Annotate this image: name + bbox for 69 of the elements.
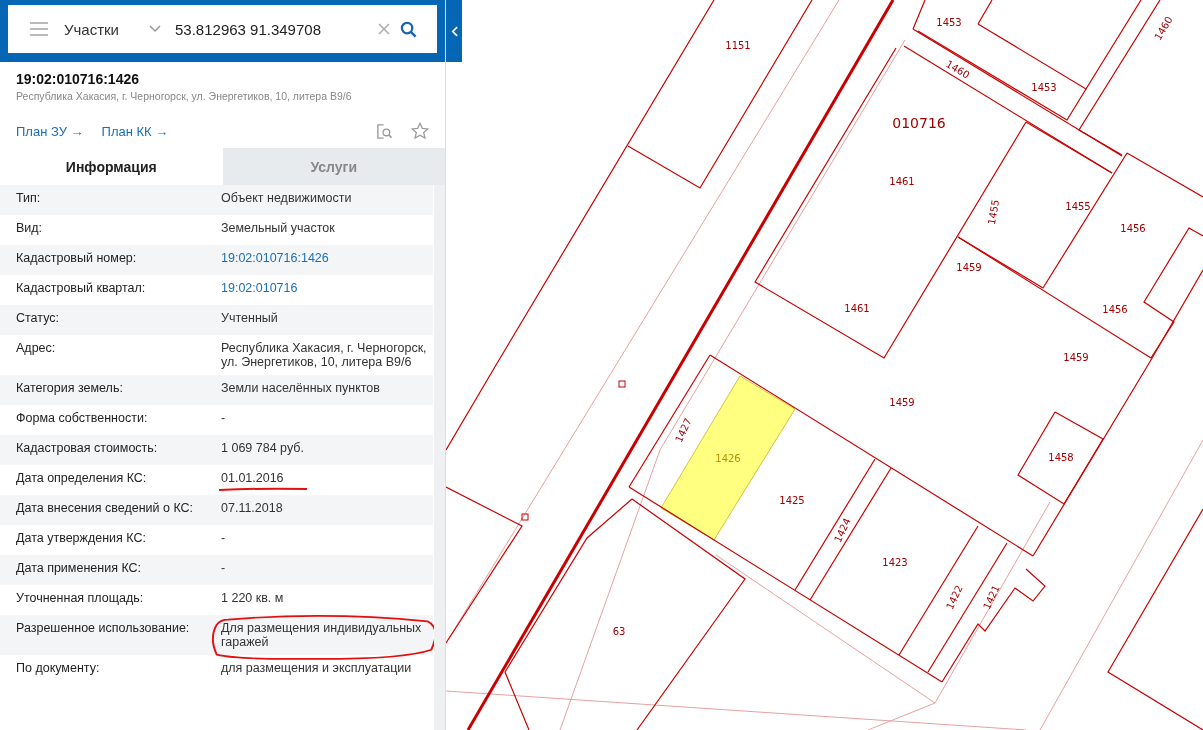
- plan-link[interactable]: План КК →: [101, 123, 169, 139]
- parcel-number: 1458: [1048, 452, 1074, 463]
- parcel-number: 1453: [1031, 82, 1057, 93]
- field-label: Кадастровый квартал:: [16, 281, 147, 297]
- field-value: Объект недвижимости: [221, 191, 352, 205]
- field-label: Форма собственности:: [16, 411, 149, 427]
- parcel-number: 1461: [889, 176, 915, 187]
- parcel-number: 1427: [673, 416, 694, 445]
- search-icon[interactable]: [400, 20, 417, 38]
- parcel-number: 1455: [985, 198, 1002, 226]
- field-label: Вид:: [16, 221, 44, 237]
- field-value: Республика Хакасия, г. Черногорск, ул. Энергетиков, 10, литера В9/6: [221, 341, 427, 369]
- star-icon[interactable]: [411, 122, 429, 140]
- field-value: Земли населённых пунктов: [221, 381, 380, 395]
- parcel-number: 1459: [889, 397, 915, 408]
- field-label: Дата определения КС:: [16, 471, 148, 487]
- zoom-to-icon[interactable]: [376, 122, 393, 140]
- field-label: Кадастровая стоимость:: [16, 441, 159, 457]
- field-label: Адрес:: [16, 341, 57, 357]
- field-label: Разрешенное использование:: [16, 621, 191, 637]
- field-link[interactable]: 19:02:010716:1426: [221, 251, 329, 265]
- field-value: -: [221, 561, 226, 575]
- caret-icon: [149, 25, 161, 33]
- menu-icon[interactable]: [30, 22, 48, 36]
- field-label: По документу:: [16, 661, 101, 677]
- scrollbar[interactable]: [434, 185, 445, 730]
- close-icon[interactable]: [378, 23, 390, 35]
- field-value: -: [221, 411, 226, 425]
- field-label: Тип:: [16, 191, 42, 207]
- parcel-number: 63: [612, 626, 626, 637]
- field-label: Дата утверждения КС:: [16, 531, 147, 547]
- field-value: 1 220 кв. м: [221, 591, 284, 605]
- field-value: Учтенный: [221, 311, 278, 325]
- parcel-number: 1421: [981, 583, 1002, 612]
- field-link[interactable]: 19:02:010716: [221, 281, 298, 295]
- field-value: Земельный участок: [221, 221, 335, 235]
- parcel-number: 1425: [779, 495, 805, 506]
- field-value: для размещения и эксплуатации: [221, 661, 412, 675]
- parcel-number: 1423: [882, 557, 908, 568]
- parcel-number: 1422: [944, 583, 965, 612]
- collapse-panel-button[interactable]: [446, 0, 462, 62]
- chevron-icon: [450, 25, 458, 37]
- field-label: Категория земель:: [16, 381, 124, 397]
- field-value: Для размещения индивидуальных гаражей: [221, 621, 422, 649]
- plan-link[interactable]: План ЗУ →: [16, 123, 84, 139]
- field-value: -: [221, 531, 226, 545]
- parcel-number: 1455: [1065, 201, 1091, 212]
- tab[interactable]: Услуги: [222, 148, 445, 185]
- parcel-number: 1426: [715, 453, 741, 464]
- object-number: 19:02:010716:1426: [16, 71, 140, 87]
- parcel-number: 1424: [832, 516, 853, 545]
- parcel-number: 1461: [844, 303, 870, 314]
- field-label: Дата применения КС:: [16, 561, 143, 577]
- field-value: 07.11.2018: [221, 501, 283, 515]
- field-value: 1 069 784 руб.: [221, 441, 304, 455]
- parcel-number: 1456: [1120, 223, 1146, 234]
- parcel-number: 1459: [1063, 352, 1089, 363]
- object-address: Республика Хакасия, г. Черногорск, ул. Энергетиков, 10, литера В9/6: [16, 90, 353, 102]
- field-label: Кадастровый номер:: [16, 251, 138, 267]
- field-value: 01.01.2016: [221, 471, 284, 485]
- parcel-number: 1456: [1102, 304, 1128, 315]
- parcel-number: 1151: [725, 40, 751, 51]
- layer-dropdown[interactable]: Участки: [64, 20, 161, 38]
- quarter-number: 010716: [892, 115, 946, 131]
- field-label: Уточненная площадь:: [16, 591, 145, 607]
- field-label: Дата внесения сведений о КС:: [16, 501, 195, 517]
- parcel-number: 1459: [956, 262, 982, 273]
- parcel-number: 1453: [936, 17, 962, 28]
- field-label: Статус:: [16, 311, 60, 327]
